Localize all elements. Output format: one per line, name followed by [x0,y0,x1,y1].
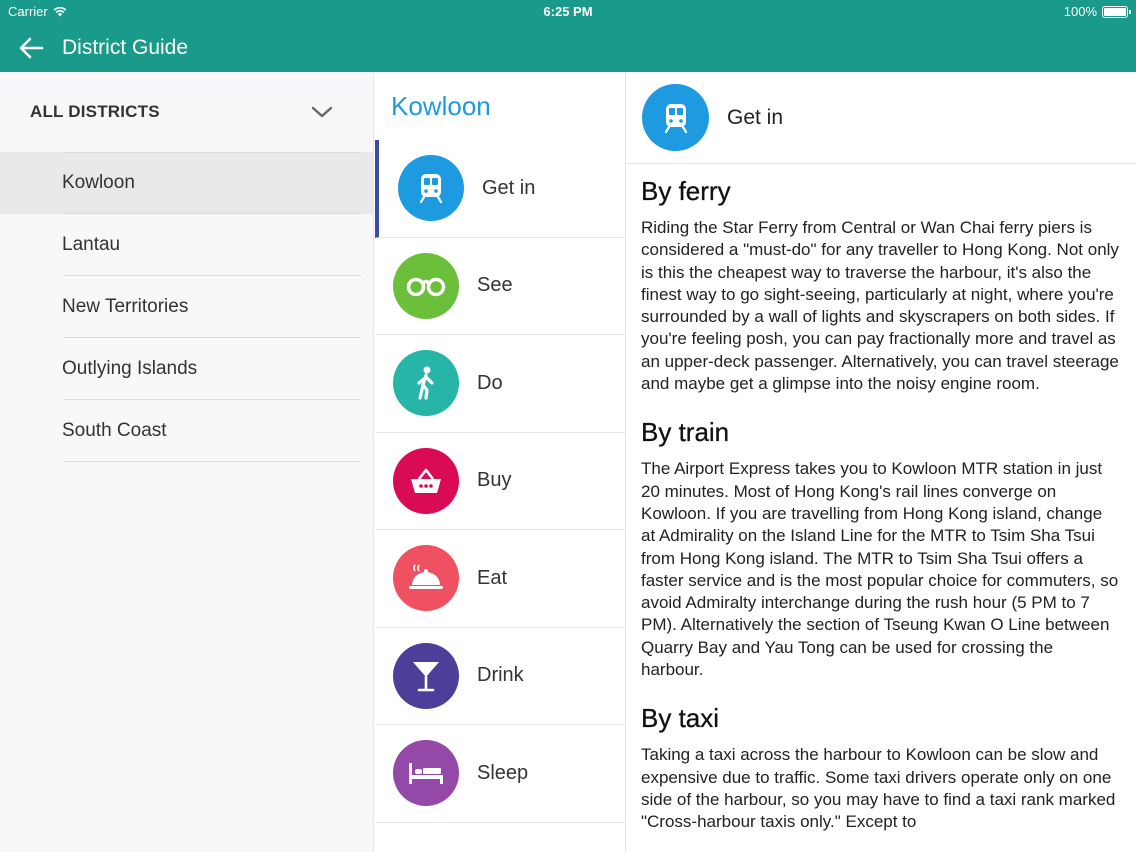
app-bar: District Guide [0,24,1136,72]
cocktail-glass-icon [393,642,459,709]
battery-indicator: 100% [1063,4,1131,19]
section-text-taxi: Taking a taxi across the harbour to Kowl… [641,745,1116,832]
status-bar: Carrier 6:25 PM 100% [0,0,1136,24]
section-heading-taxi: By taxi [641,703,720,734]
district-item-outlying-islands[interactable]: Outlying Islands [0,338,373,400]
category-label: Do [477,371,503,394]
district-item-lantau[interactable]: Lantau [0,214,373,276]
content-title: Get in [727,105,784,129]
train-icon [642,84,709,151]
category-see[interactable]: See [375,238,625,335]
category-label: Get in [482,176,536,199]
battery-icon [1102,5,1131,18]
all-districts-label: ALL DISTRICTS [30,102,160,121]
category-label: Drink [477,664,524,687]
section-heading-ferry: By ferry [641,176,731,206]
district-label: South Coast [62,420,167,441]
district-label: Kowloon [62,172,135,193]
category-drink[interactable]: Drink [375,628,625,725]
category-label: Sleep [477,761,529,784]
top-bar: Carrier 6:25 PM 100% District Guide [0,0,1136,72]
category-label: Buy [477,469,512,492]
content-header: Get in [627,72,1136,164]
section-text-ferry: Riding the Star Ferry from Central or Wa… [641,218,1119,394]
train-icon [398,155,464,222]
district-title: Kowloon [391,90,491,121]
chevron-down-icon [311,106,333,118]
category-buy[interactable]: Buy [375,433,625,530]
arrow-left-icon [19,37,44,59]
status-time: 6:25 PM [543,4,593,19]
all-districts-dropdown[interactable]: ALL DISTRICTS [0,72,373,152]
district-item-kowloon[interactable]: Kowloon [0,152,373,214]
battery-label: 100% [1063,4,1097,19]
category-do[interactable]: Do [375,335,625,433]
bed-icon [393,740,459,807]
walking-person-icon [393,350,459,417]
category-column: Kowloon Get in See Do Buy Eat Drink Slee… [375,72,626,852]
category-sleep[interactable]: Sleep [375,725,625,823]
basket-icon [393,447,459,514]
district-sidebar: ALL DISTRICTS Kowloon Lantau New Territo… [0,72,374,852]
back-button[interactable] [0,24,62,72]
category-label: Eat [477,566,508,589]
district-label: Lantau [62,234,121,255]
binoculars-icon [393,252,459,319]
guide-content: Get in By ferry Riding the Star Ferry fr… [627,72,1136,852]
district-item-south-coast[interactable]: South Coast [0,400,373,462]
content-body: By ferry Riding the Star Ferry from Cent… [627,164,1136,834]
category-label: See [477,274,513,297]
category-eat[interactable]: Eat [375,530,625,628]
app-title: District Guide [62,36,189,59]
district-item-new-territories[interactable]: New Territories [0,276,373,338]
section-text-train: The Airport Express takes you to Kowloon… [641,459,1119,680]
district-label: Outlying Islands [62,358,198,379]
category-get-in[interactable]: Get in [375,140,625,238]
district-label: New Territories [62,296,189,317]
food-cloche-icon [393,545,459,612]
section-heading-train: By train [641,417,730,448]
